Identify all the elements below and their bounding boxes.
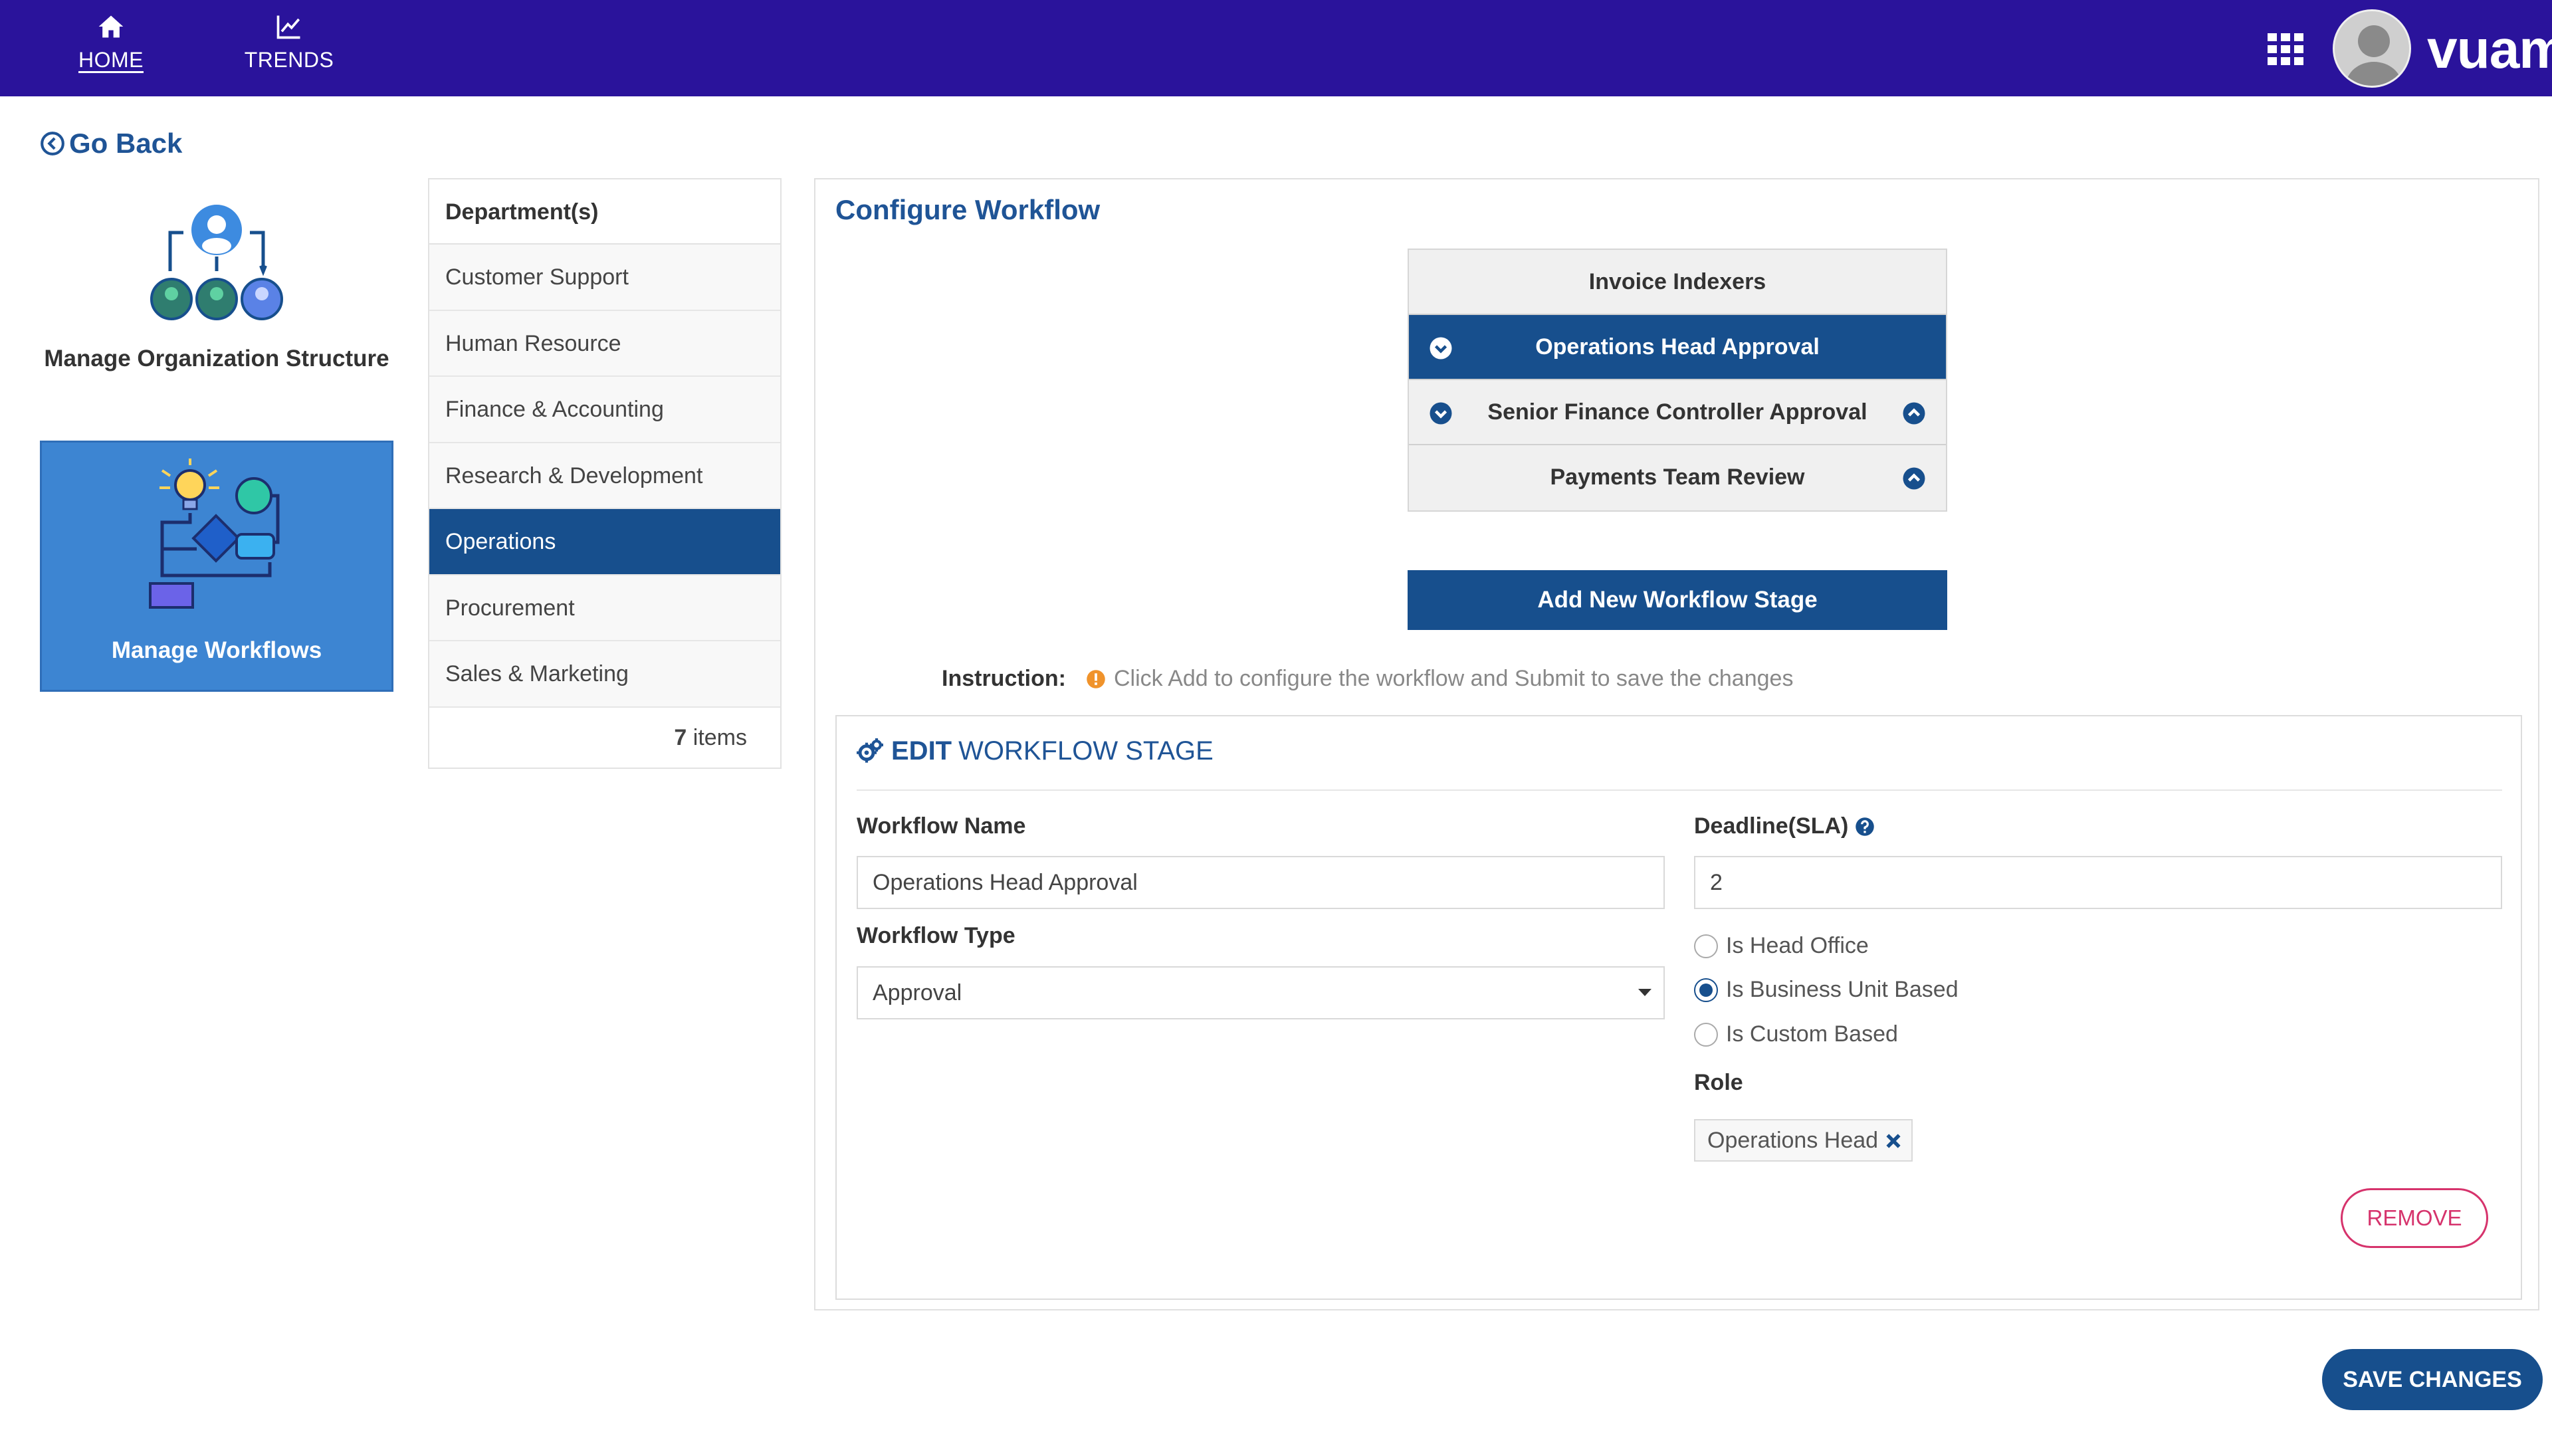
move-down-icon[interactable] bbox=[1429, 336, 1453, 360]
department-item-finance-accounting[interactable]: Finance & Accounting bbox=[429, 377, 780, 443]
arrow-circle-left-icon bbox=[41, 132, 64, 156]
gears-icon bbox=[857, 738, 883, 763]
department-item-procurement[interactable]: Procurement bbox=[429, 575, 780, 641]
apps-grid-icon[interactable] bbox=[2268, 33, 2305, 65]
nav-home-label: HOME bbox=[78, 48, 144, 72]
deadline-label: Deadline(SLA) bbox=[1694, 813, 1849, 839]
warning-icon bbox=[1087, 669, 1105, 688]
workflow-type-select[interactable]: Approval bbox=[857, 966, 1665, 1019]
workflow-name-label: Workflow Name bbox=[857, 813, 1026, 839]
manage-workflows-tile[interactable]: Manage Workflows bbox=[40, 441, 393, 692]
workflow-stage-label: Senior Finance Controller Approval bbox=[1487, 399, 1867, 425]
manage-organization-label: Manage Organization Structure bbox=[44, 346, 389, 371]
go-back-link[interactable]: Go Back bbox=[40, 128, 182, 159]
manage-workflows-label: Manage Workflows bbox=[111, 637, 322, 663]
user-silhouette-icon bbox=[2335, 11, 2409, 86]
department-item-research-development[interactable]: Research & Development bbox=[429, 443, 780, 509]
radio-button[interactable] bbox=[1694, 934, 1718, 958]
configure-workflow-panel: Configure Workflow Invoice Indexers Oper… bbox=[814, 178, 2539, 1310]
trends-icon bbox=[276, 15, 300, 39]
go-back-label: Go Back bbox=[69, 128, 183, 159]
nav-trends[interactable]: TRENDS bbox=[239, 12, 339, 72]
department-item-sales-marketing[interactable]: Sales & Marketing bbox=[429, 641, 780, 708]
role-chip-label: Operations Head bbox=[1707, 1128, 1879, 1153]
department-count-label: items bbox=[692, 724, 747, 750]
edit-workflow-stage-panel: EDIT WORKFLOW STAGE Workflow Name Operat… bbox=[835, 715, 2522, 1300]
workflow-stage-list: Invoice Indexers Operations Head Approva… bbox=[1408, 249, 1947, 512]
radio-is-custom-based[interactable]: Is Custom Based bbox=[1694, 1021, 1898, 1047]
help-icon[interactable] bbox=[1855, 817, 1875, 837]
manage-organization-tile[interactable]: Manage Organization Structure bbox=[40, 193, 393, 419]
caret-down-icon bbox=[1638, 989, 1651, 996]
radio-button-selected[interactable] bbox=[1694, 978, 1718, 1002]
workflow-stage-payments-team-review[interactable]: Payments Team Review bbox=[1409, 445, 1946, 510]
add-workflow-stage-button[interactable]: Add New Workflow Stage bbox=[1408, 570, 1947, 630]
workflow-stage-label: Payments Team Review bbox=[1550, 465, 1805, 490]
deadline-sla-input[interactable]: 2 bbox=[1694, 856, 2502, 909]
radio-label: Is Business Unit Based bbox=[1726, 977, 1959, 1002]
instruction-text: Click Add to configure the workflow and … bbox=[1113, 666, 1794, 691]
radio-is-business-unit-based[interactable]: Is Business Unit Based bbox=[1694, 977, 1959, 1003]
department-item-customer-support[interactable]: Customer Support bbox=[429, 245, 780, 311]
department-list-header: Department(s) bbox=[429, 179, 780, 245]
move-down-icon[interactable] bbox=[1429, 401, 1453, 425]
instruction-label: Instruction: bbox=[942, 666, 1066, 691]
save-changes-button[interactable]: SAVE CHANGES bbox=[2322, 1349, 2543, 1410]
department-item-operations[interactable]: Operations bbox=[429, 509, 780, 575]
department-item-human-resource[interactable]: Human Resource bbox=[429, 310, 780, 377]
nav-trends-label: TRENDS bbox=[244, 48, 334, 72]
role-label: Role bbox=[1694, 1070, 1743, 1095]
nav-home[interactable]: HOME bbox=[61, 12, 161, 72]
workflow-stage-label: Invoice Indexers bbox=[1588, 269, 1766, 294]
department-count: 7 items bbox=[429, 708, 780, 768]
deadline-label-row: Deadline(SLA) bbox=[1694, 813, 1875, 839]
remove-stage-button[interactable]: REMOVE bbox=[2341, 1188, 2488, 1248]
user-avatar[interactable] bbox=[2333, 9, 2411, 88]
workflow-diagram-icon bbox=[149, 459, 280, 609]
move-up-icon[interactable] bbox=[1902, 401, 1926, 425]
edit-heading-rest: WORKFLOW STAGE bbox=[958, 736, 1214, 766]
workflow-stage-invoice-indexers[interactable]: Invoice Indexers bbox=[1409, 250, 1946, 315]
top-navigation-bar: HOME TRENDS vuam bbox=[0, 0, 2552, 96]
workflow-type-label: Workflow Type bbox=[857, 923, 1015, 948]
home-icon bbox=[98, 15, 124, 38]
close-icon[interactable] bbox=[1885, 1132, 1902, 1150]
org-structure-icon bbox=[150, 205, 283, 320]
workflow-stage-label: Operations Head Approval bbox=[1535, 334, 1820, 360]
radio-label: Is Head Office bbox=[1726, 933, 1869, 958]
edit-heading-bold: EDIT bbox=[891, 736, 952, 766]
radio-is-head-office[interactable]: Is Head Office bbox=[1694, 933, 1869, 959]
role-chip: Operations Head bbox=[1694, 1119, 1913, 1162]
department-count-number: 7 bbox=[674, 724, 687, 750]
configure-workflow-title: Configure Workflow bbox=[835, 194, 1101, 225]
workflow-name-input[interactable]: Operations Head Approval bbox=[857, 856, 1665, 909]
workflow-type-value: Approval bbox=[873, 980, 962, 1005]
instruction-row: Instruction: Click Add to configure the … bbox=[942, 666, 1793, 692]
move-up-icon[interactable] bbox=[1902, 467, 1926, 490]
workflow-stage-operations-head-approval[interactable]: Operations Head Approval bbox=[1409, 315, 1946, 380]
department-list: Department(s) Customer Support Human Res… bbox=[428, 178, 782, 769]
edit-workflow-stage-heading: EDIT WORKFLOW STAGE bbox=[857, 736, 1214, 766]
workflow-stage-senior-finance-controller[interactable]: Senior Finance Controller Approval bbox=[1409, 380, 1946, 445]
radio-label: Is Custom Based bbox=[1726, 1021, 1898, 1047]
edit-divider bbox=[857, 789, 2502, 791]
radio-button[interactable] bbox=[1694, 1022, 1718, 1047]
brand-logo: vuam bbox=[2427, 19, 2552, 80]
